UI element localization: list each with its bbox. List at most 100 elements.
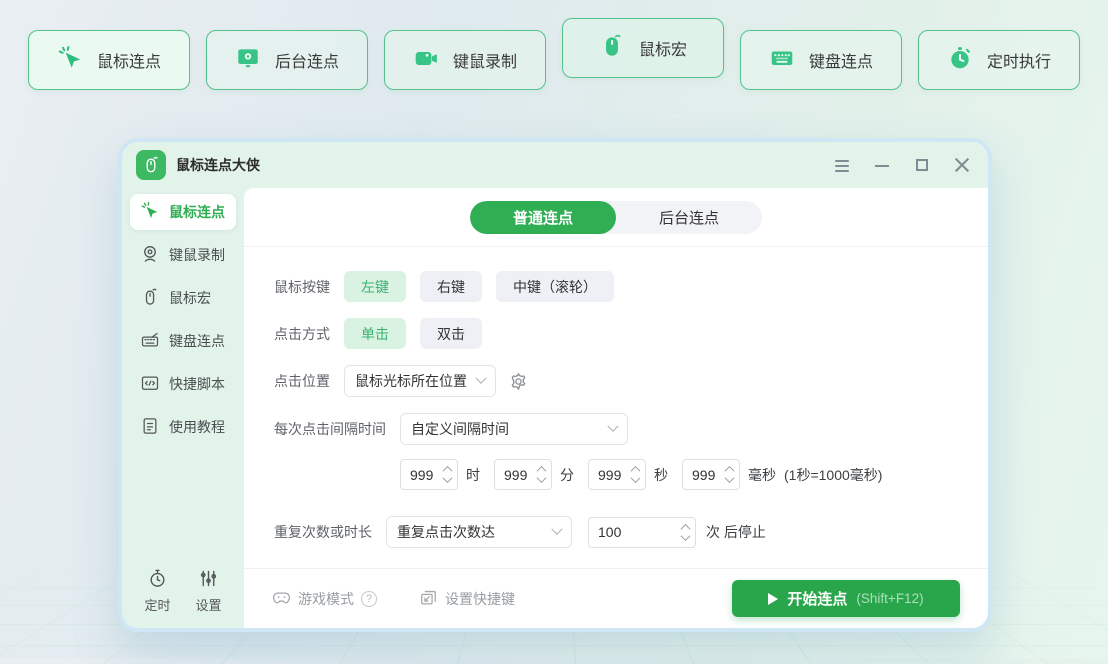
click-position-select[interactable]: 鼠标光标所在位置 xyxy=(344,365,496,397)
sidebar: 鼠标连点 键鼠录制 鼠标宏 键盘连点 快捷脚本 使用教程 xyxy=(122,188,244,628)
window-title: 鼠标连点大侠 xyxy=(176,155,260,175)
keyboard-icon xyxy=(769,45,795,76)
top-nav-mouse-macro[interactable]: 鼠标宏 xyxy=(562,18,724,78)
top-nav-label: 鼠标宏 xyxy=(639,36,687,60)
selected-value: 重复点击次数达 xyxy=(397,522,553,542)
tab-normal-click[interactable]: 普通连点 xyxy=(470,201,616,234)
sidebar-settings-button[interactable]: 设置 xyxy=(195,568,221,614)
webcam-icon xyxy=(140,244,160,267)
top-nav-mouse-clicker[interactable]: 鼠标连点 xyxy=(28,30,190,90)
sidebar-item-label: 使用教程 xyxy=(169,417,225,437)
start-button-hotkey: (Shift+F12) xyxy=(856,591,923,606)
game-mode-label: 游戏模式 xyxy=(298,589,354,609)
repeat-type-select[interactable]: 重复点击次数达 xyxy=(386,516,572,548)
settings-form: 鼠标按键 左键 右键 中键（滚轮） 点击方式 单击 双击 点击位置 鼠标光标所在… xyxy=(244,247,988,564)
action-footer: 游戏模式 ? 设置快捷键 开始连点 (Shift+F12) xyxy=(244,568,988,628)
sidebar-tool-label: 设置 xyxy=(195,595,221,614)
seconds-input[interactable] xyxy=(598,467,628,483)
app-logo-mouse-icon xyxy=(136,150,166,180)
top-nav: 鼠标连点 后台连点 键鼠录制 鼠标宏 键盘连点 定时执行 xyxy=(28,30,1080,90)
millis-unit: 毫秒 xyxy=(748,465,776,485)
sidebar-item-mouse-clicker[interactable]: 鼠标连点 xyxy=(130,194,236,230)
seconds-unit: 秒 xyxy=(654,465,668,485)
top-nav-label: 鼠标连点 xyxy=(97,48,161,72)
hours-input[interactable] xyxy=(410,467,440,483)
mouse-icon xyxy=(140,287,160,310)
window-controls xyxy=(834,157,970,173)
top-nav-background-clicker[interactable]: 后台连点 xyxy=(206,30,368,90)
single-click-chip[interactable]: 单击 xyxy=(344,318,406,349)
top-nav-record[interactable]: 键鼠录制 xyxy=(384,30,546,90)
hotkey-setting-button[interactable]: 设置快捷键 xyxy=(419,588,515,610)
repeat-count-stepper[interactable] xyxy=(588,517,696,548)
sidebar-item-label: 键鼠录制 xyxy=(169,245,225,265)
sidebar-item-record[interactable]: 键鼠录制 xyxy=(130,237,236,273)
sidebar-item-quick-script[interactable]: 快捷脚本 xyxy=(130,366,236,402)
seconds-stepper[interactable] xyxy=(588,459,646,490)
interval-row: 每次点击间隔时间 自定义间隔时间 xyxy=(274,413,988,445)
mode-toggle: 普通连点 后台连点 xyxy=(470,201,762,234)
stepper-arrows-icon[interactable] xyxy=(538,466,545,483)
chevron-down-icon xyxy=(475,373,486,384)
timer-icon xyxy=(947,45,973,76)
sidebar-tool-label: 定时 xyxy=(144,595,170,614)
interval-label: 每次点击间隔时间 xyxy=(274,419,386,439)
start-clicking-button[interactable]: 开始连点 (Shift+F12) xyxy=(732,580,960,617)
gamepad-icon xyxy=(272,588,291,610)
double-click-chip[interactable]: 双击 xyxy=(420,318,482,349)
code-window-icon xyxy=(140,373,160,396)
repeat-count-input[interactable] xyxy=(598,524,678,540)
close-icon[interactable] xyxy=(954,157,970,173)
selected-value: 鼠标光标所在位置 xyxy=(355,371,477,391)
interval-type-select[interactable]: 自定义间隔时间 xyxy=(400,413,628,445)
top-nav-label: 定时执行 xyxy=(987,48,1051,72)
hotkey-setting-label: 设置快捷键 xyxy=(445,589,515,609)
stepper-arrows-icon[interactable] xyxy=(632,466,639,483)
mouse-button-label: 鼠标按键 xyxy=(274,277,330,297)
top-nav-label: 键盘连点 xyxy=(809,48,873,72)
stepper-arrows-icon[interactable] xyxy=(444,466,451,483)
sidebar-item-tutorial[interactable]: 使用教程 xyxy=(130,409,236,445)
repeat-label: 重复次数或时长 xyxy=(274,522,372,542)
sidebar-timer-button[interactable]: 定时 xyxy=(144,568,170,614)
main-panel: 普通连点 后台连点 鼠标按键 左键 右键 中键（滚轮） 点击方式 单击 双击 xyxy=(244,188,988,628)
top-nav-scheduled-run[interactable]: 定时执行 xyxy=(918,30,1080,90)
millis-input[interactable] xyxy=(692,467,722,483)
hours-stepper[interactable] xyxy=(400,459,458,490)
millis-stepper[interactable] xyxy=(682,459,740,490)
stepper-arrows-icon[interactable] xyxy=(726,466,733,483)
help-icon[interactable]: ? xyxy=(361,591,377,607)
chevron-down-icon xyxy=(607,421,618,432)
click-mode-row: 点击方式 单击 双击 xyxy=(274,318,988,349)
top-nav-label: 键鼠录制 xyxy=(453,48,517,72)
sidebar-item-keyboard-clicker[interactable]: 键盘连点 xyxy=(130,323,236,359)
hotkey-icon xyxy=(419,588,438,610)
sidebar-item-label: 快捷脚本 xyxy=(169,374,225,394)
maximize-icon[interactable] xyxy=(914,157,930,173)
interval-inputs-row: 时 分 秒 毫秒 (1秒=100 xyxy=(400,459,988,490)
start-button-label: 开始连点 xyxy=(787,588,847,609)
menu-icon[interactable] xyxy=(834,157,850,173)
right-button-chip[interactable]: 右键 xyxy=(420,271,482,302)
selected-value: 自定义间隔时间 xyxy=(411,419,609,439)
left-button-chip[interactable]: 左键 xyxy=(344,271,406,302)
minutes-input[interactable] xyxy=(504,467,534,483)
stepper-arrows-icon[interactable] xyxy=(682,524,689,541)
middle-button-chip[interactable]: 中键（滚轮） xyxy=(496,271,614,302)
game-mode-toggle[interactable]: 游戏模式 ? xyxy=(272,588,377,610)
minutes-unit: 分 xyxy=(560,465,574,485)
repeat-suffix: 次 后停止 xyxy=(706,522,766,542)
minimize-icon[interactable] xyxy=(874,157,890,173)
top-nav-keyboard-clicker[interactable]: 键盘连点 xyxy=(740,30,902,90)
tab-background-click[interactable]: 后台连点 xyxy=(616,201,762,234)
minutes-stepper[interactable] xyxy=(494,459,552,490)
keyboard-icon xyxy=(140,330,160,353)
sidebar-item-mouse-macro[interactable]: 鼠标宏 xyxy=(130,280,236,316)
chevron-down-icon xyxy=(551,524,562,535)
sidebar-item-label: 鼠标宏 xyxy=(169,288,211,308)
click-mode-label: 点击方式 xyxy=(274,324,330,344)
mouse-button-row: 鼠标按键 左键 右键 中键（滚轮） xyxy=(274,271,988,302)
sidebar-item-label: 鼠标连点 xyxy=(169,202,225,222)
video-camera-icon xyxy=(413,45,439,76)
position-settings-button[interactable] xyxy=(508,371,529,392)
